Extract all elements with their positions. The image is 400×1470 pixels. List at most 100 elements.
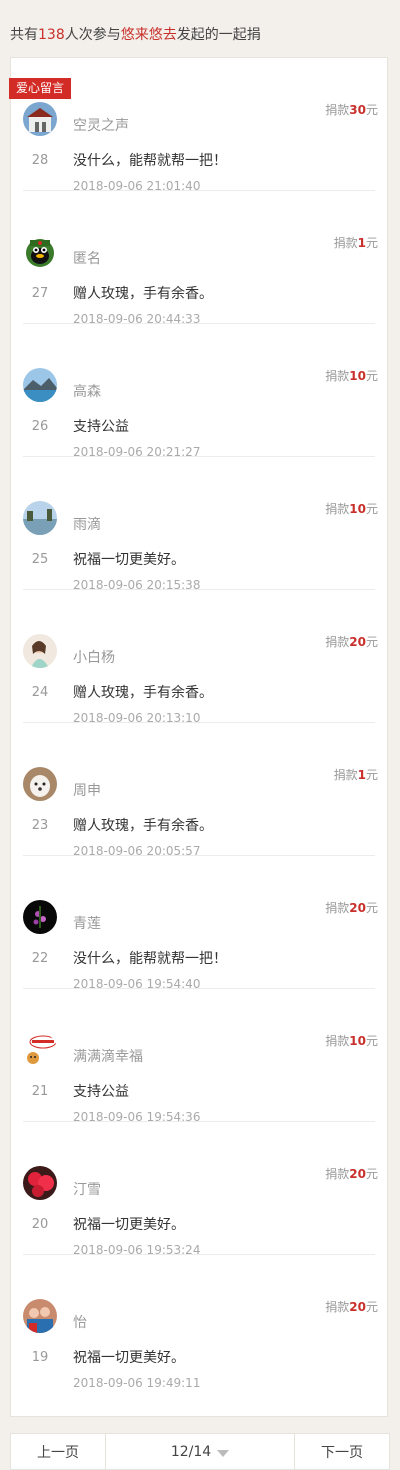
donor-index: 22 [31, 951, 49, 966]
currency-unit: 元 [365, 635, 378, 649]
donor-list-item: 23 周申 赠人玫瑰，手有余香。 2018-09-06 20:05:57 捐款1元 [11, 723, 387, 858]
donate-label: 捐款 [325, 103, 350, 117]
amount-value: 10 [349, 1034, 366, 1048]
amount-value: 20 [349, 901, 366, 915]
donor-list-item: 28 空灵之声 没什么，能帮就帮一把！ 2018-09-06 21:01:40 捐款30… [11, 58, 387, 193]
amount-value: 10 [349, 369, 366, 383]
penguin-avatar[interactable] [23, 235, 57, 269]
summary-middle: 人次参与 [64, 27, 121, 43]
group-photo-avatar[interactable] [23, 1299, 57, 1333]
donor-message: 赠人玫瑰，手有余香。 [73, 685, 213, 701]
donor-message: 支持公益 [73, 419, 129, 435]
red-flower-avatar[interactable] [23, 1166, 57, 1200]
donor-index: 20 [31, 1217, 49, 1232]
donation-amount: 捐款1元 [334, 234, 378, 251]
currency-unit: 元 [365, 369, 378, 383]
donation-amount: 捐款20元 [325, 1298, 378, 1315]
prev-page-button[interactable]: 上一页 [11, 1434, 106, 1469]
donor-name[interactable]: 小白杨 [73, 647, 115, 667]
next-page-button[interactable]: 下一页 [294, 1434, 389, 1469]
donor-name[interactable]: 高森 [73, 381, 101, 401]
donate-label: 捐款 [325, 901, 350, 915]
summary-prefix: 共有 [10, 27, 38, 43]
amount-value: 30 [349, 103, 366, 117]
donor-list-item: 21 满满滴幸福 支持公益 2018-09-06 19:54:36 捐款10元 [11, 989, 387, 1124]
donor-name[interactable]: 空灵之声 [73, 115, 129, 135]
currency-unit: 元 [365, 901, 378, 915]
donor-index: 25 [31, 552, 49, 567]
page-indicator: 12/14 [170, 1443, 212, 1460]
amount-value: 20 [349, 1167, 366, 1181]
donor-index: 28 [31, 153, 49, 168]
donor-index: 27 [31, 286, 49, 301]
donate-label: 捐款 [333, 768, 358, 782]
donation-amount: 捐款20元 [325, 633, 378, 650]
donation-amount: 捐款20元 [325, 1165, 378, 1182]
donor-name[interactable]: 汀雪 [73, 1179, 101, 1199]
donation-amount: 捐款10元 [325, 367, 378, 384]
donation-amount: 捐款1元 [334, 766, 378, 783]
donor-name[interactable]: 周申 [73, 780, 101, 800]
donor-list-item: 19 怡祝福一切更美好。 2018-09-06 19:49:11 捐款20元 [11, 1255, 387, 1390]
donate-label: 捐款 [325, 502, 350, 516]
donor-message: 没什么，能帮就帮一把！ [73, 153, 227, 169]
currency-unit: 元 [365, 502, 378, 516]
pagination: 上一页 12/14 下一页 [10, 1433, 390, 1470]
currency-unit: 元 [365, 1300, 378, 1314]
donor-index: 23 [31, 818, 49, 833]
currency-unit: 元 [365, 236, 378, 250]
lake-photo-avatar[interactable] [23, 501, 57, 535]
donor-message: 赠人玫瑰，手有余香。 [73, 818, 213, 834]
flower-dark-avatar[interactable] [23, 900, 57, 934]
donor-list-item: 20 汀雪 祝福一切更美好。 2018-09-06 19:53:24 捐款20元 [11, 1122, 387, 1257]
donate-label: 捐款 [325, 635, 350, 649]
donate-label: 捐款 [333, 236, 358, 250]
donor-name[interactable]: 怡 [73, 1312, 87, 1332]
summary-suffix: 发起的一起捐 [176, 27, 261, 43]
message-list-card: 爱心留言 28 空灵之声 没什么，能帮就帮一把！ 2018-09-06 21:01:4… [9, 57, 388, 1417]
donor-message: 赠人玫瑰，手有余香。 [73, 286, 213, 302]
amount-value: 1 [357, 768, 366, 782]
donate-label: 捐款 [325, 1167, 350, 1181]
donor-list-item: 26 高森 支持公益 2018-09-06 20:21:27 捐款10元 [11, 324, 387, 459]
donor-name[interactable]: 青莲 [73, 913, 101, 933]
donor-name[interactable]: 匿名 [73, 248, 101, 268]
dropdown-caret-icon [217, 1450, 230, 1457]
initiator-link[interactable]: 悠来悠去 [121, 27, 177, 43]
donation-amount: 捐款30元 [325, 101, 378, 118]
donate-label: 捐款 [325, 1034, 350, 1048]
donor-message: 祝福一切更美好。 [73, 1350, 185, 1366]
dog-photo-avatar[interactable] [23, 767, 57, 801]
portrait-photo-avatar[interactable] [23, 634, 57, 668]
donor-index: 24 [31, 685, 49, 700]
amount-value: 10 [349, 502, 366, 516]
donation-amount: 捐款10元 [325, 1032, 378, 1049]
amount-value: 1 [357, 236, 366, 250]
page-selector[interactable]: 12/14 [106, 1434, 294, 1469]
landscape-photo-avatar[interactable] [23, 368, 57, 402]
donate-label: 捐款 [325, 1300, 350, 1314]
currency-unit: 元 [365, 768, 378, 782]
donor-index: 21 [31, 1084, 49, 1099]
currency-unit: 元 [365, 1034, 378, 1048]
currency-unit: 元 [365, 1167, 378, 1181]
cartoon-avatar[interactable] [23, 1033, 57, 1067]
donor-name[interactable]: 雨滴 [73, 514, 101, 534]
participant-count: 138 [38, 27, 65, 43]
amount-value: 20 [349, 1300, 366, 1314]
donor-index: 26 [31, 419, 49, 434]
donor-message: 支持公益 [73, 1084, 129, 1100]
donor-list-item: 25 雨滴 祝福一切更美好。 2018-09-06 20:15:38 捐款10元 [11, 457, 387, 592]
donation-summary: 共有138人次参与悠来悠去发起的一起捐 [10, 24, 261, 44]
currency-unit: 元 [365, 103, 378, 117]
donation-amount: 捐款20元 [325, 899, 378, 916]
donor-index: 19 [31, 1350, 49, 1365]
donor-name[interactable]: 满满滴幸福 [73, 1046, 143, 1066]
donation-time: 2018-09-06 19:49:11 [73, 1376, 201, 1390]
donor-message: 祝福一切更美好。 [73, 552, 185, 568]
donor-message: 没什么，能帮就帮一把！ [73, 951, 227, 967]
building-photo-avatar[interactable] [23, 102, 57, 136]
donor-message: 祝福一切更美好。 [73, 1217, 185, 1233]
amount-value: 20 [349, 635, 366, 649]
donate-label: 捐款 [325, 369, 350, 383]
